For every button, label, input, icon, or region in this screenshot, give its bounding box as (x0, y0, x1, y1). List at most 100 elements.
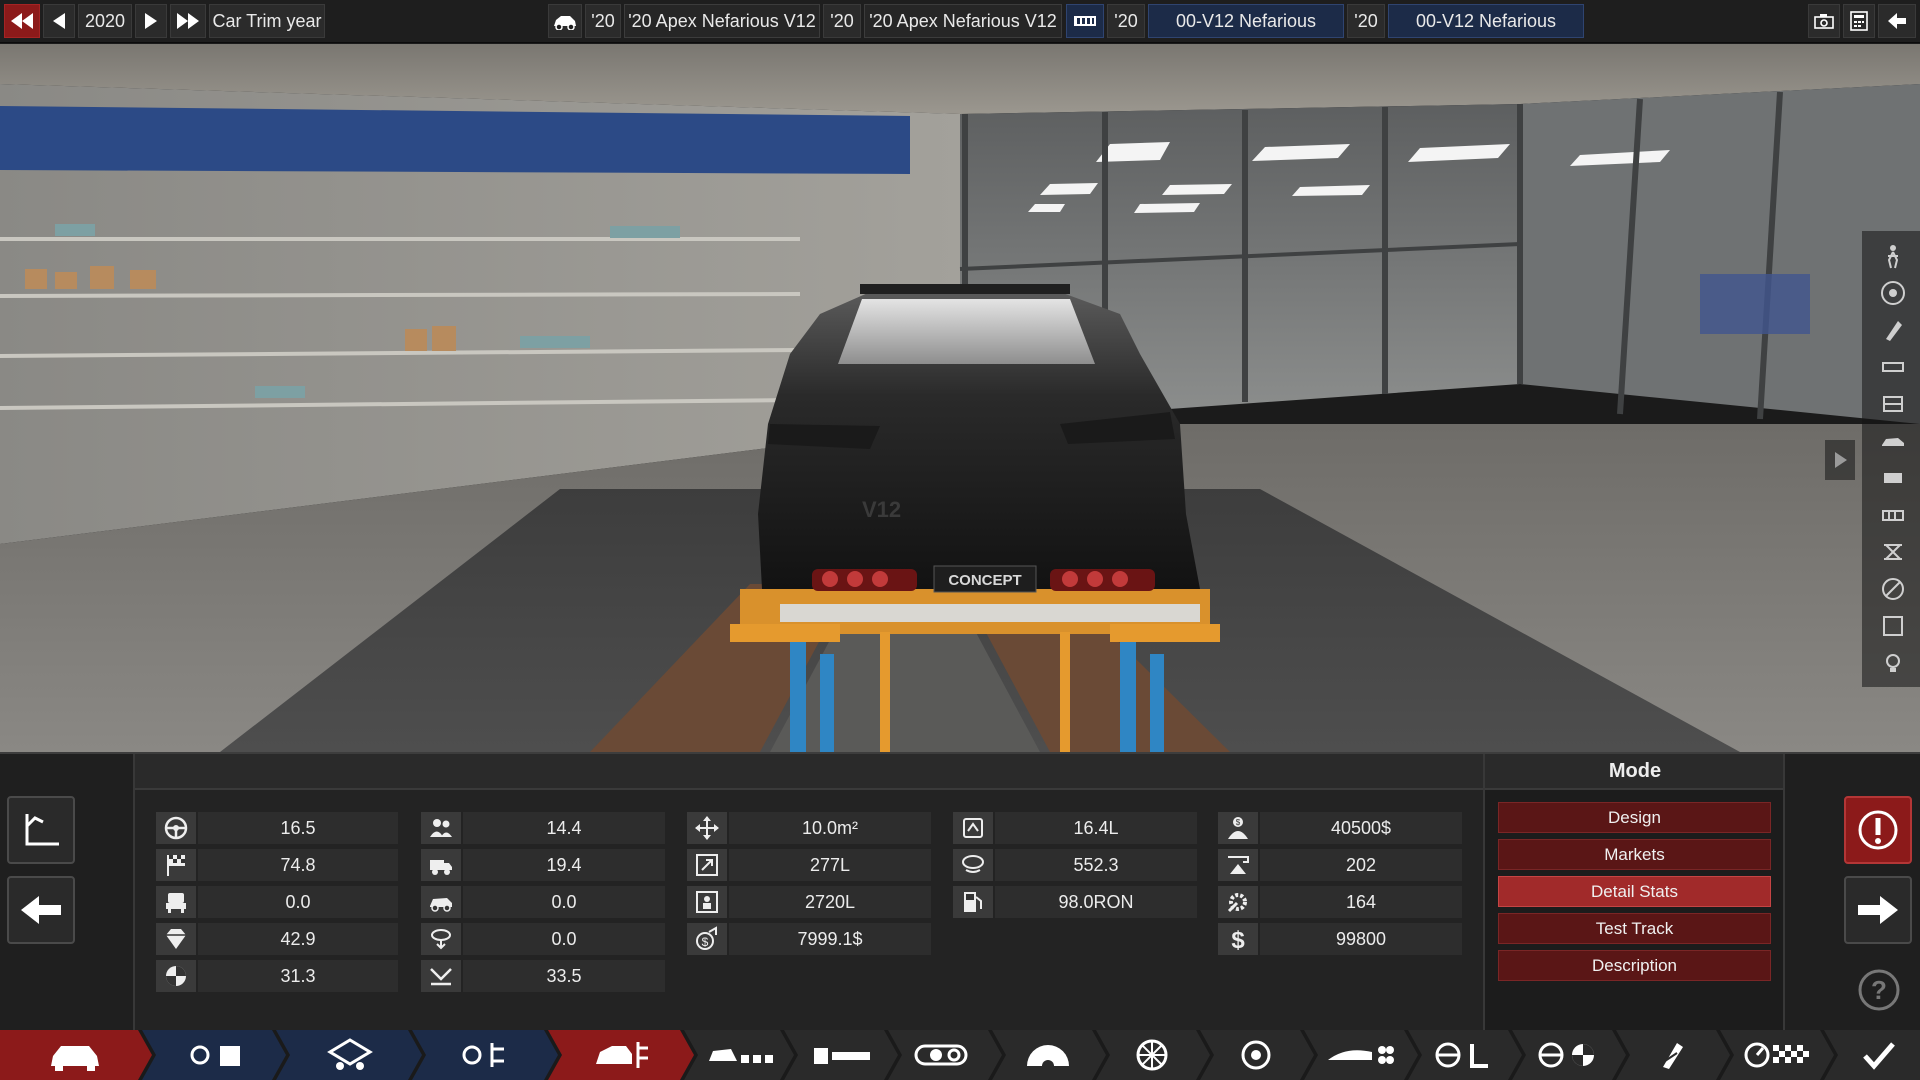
fuel-pump-icon (953, 886, 993, 918)
lift-icon[interactable] (1880, 539, 1906, 565)
wheels-icon (1027, 1045, 1069, 1070)
engine-view-icon[interactable] (1880, 465, 1906, 491)
engine-selector-1[interactable]: 00-V12 Nefarious (1148, 4, 1344, 38)
tab-wheels[interactable] (1006, 1030, 1090, 1080)
person-icon[interactable] (1880, 243, 1906, 269)
stat-value: 99800 (1260, 923, 1462, 955)
warning-button[interactable] (1844, 796, 1912, 864)
stat-value: 0.0 (198, 886, 398, 918)
stat-value: 16.5 (198, 812, 398, 844)
mode-markets-button[interactable]: Markets (1498, 839, 1771, 870)
expand-tools-button[interactable] (1825, 440, 1855, 480)
engine-icon-button[interactable] (1066, 4, 1104, 38)
mode-test-track-button[interactable]: Test Track (1498, 913, 1771, 944)
camera-tool-strip (1862, 231, 1920, 687)
brakes-icon (1241, 1040, 1271, 1070)
tab-tyres[interactable] (1110, 1030, 1194, 1080)
body-view-icon[interactable] (1880, 391, 1906, 417)
rewind-year-button[interactable] (4, 4, 40, 38)
racing-flag-icon (156, 849, 196, 881)
tab-project[interactable] (160, 1030, 272, 1080)
offroad-car-icon (421, 886, 461, 918)
stat-sportiness: 74.8 (156, 849, 398, 881)
mode-detail-stats-button[interactable]: Detail Stats (1498, 876, 1771, 907)
tab-engine-variant[interactable] (430, 1030, 542, 1080)
drivetrain-icon (914, 1044, 968, 1066)
paint-icon[interactable] (1880, 317, 1906, 343)
tab-car-body[interactable] (20, 1030, 130, 1080)
next-year-button[interactable] (135, 4, 167, 38)
stat-prestige: 42.9 (156, 923, 398, 955)
chassis-view-icon[interactable] (1880, 354, 1906, 380)
stat-value: 2720L (729, 886, 931, 918)
tab-suspension[interactable] (800, 1030, 884, 1080)
stat-value: 14.4 (463, 812, 665, 844)
back-button[interactable] (7, 876, 75, 944)
model-selector-1[interactable]: '20 Apex Nefarious V12 (624, 4, 820, 38)
model-year-2: '20 (823, 4, 861, 38)
engine-family-icon (327, 1038, 373, 1070)
tab-trim[interactable] (566, 1030, 678, 1080)
back-arrow-icon (1888, 13, 1906, 29)
car-viewport[interactable]: CONCEPT V12 (0, 44, 1920, 752)
back-menu-button[interactable] (1878, 4, 1916, 38)
prev-year-button[interactable] (43, 4, 75, 38)
next-button[interactable] (1844, 876, 1912, 944)
engine-year-2: '20 (1347, 4, 1385, 38)
arrow-right-icon (1858, 896, 1898, 924)
stat-value: 277L (729, 849, 931, 881)
warning-icon (1858, 810, 1898, 850)
stat-value: 552.3 (995, 849, 1197, 881)
wheel-icon[interactable] (1880, 280, 1906, 306)
screenshot-button[interactable] (1808, 4, 1840, 38)
tab-brakes[interactable] (1214, 1030, 1298, 1080)
tab-chassis[interactable] (698, 1030, 782, 1080)
dollar-icon: $ (1218, 923, 1258, 955)
trim-year-label: Car Trim year (209, 4, 325, 38)
tab-drivetrain[interactable] (902, 1030, 986, 1080)
stat-fuel-type: 98.0RON (953, 886, 1197, 918)
stat-value: 98.0RON (995, 886, 1197, 918)
tab-interior[interactable] (1422, 1030, 1506, 1080)
lightbulb-icon[interactable] (1880, 650, 1906, 676)
calculator-button[interactable] (1843, 4, 1875, 38)
engine-selector-2[interactable]: 00-V12 Nefarious (1388, 4, 1584, 38)
car-side-icon[interactable] (1880, 428, 1906, 454)
tab-aero[interactable] (1318, 1030, 1402, 1080)
wrench-gear-icon (1218, 886, 1258, 918)
mode-design-button[interactable]: Design (1498, 802, 1771, 833)
stat-service-cost: 164 (1218, 886, 1462, 918)
arrow-left-icon (53, 13, 65, 29)
tab-finish[interactable] (1838, 1030, 1920, 1080)
money-bag-icon: $ (687, 923, 727, 955)
help-button[interactable]: ? (1857, 968, 1901, 1012)
stat-offroad: 0.0 (421, 886, 665, 918)
stat-value: 0.0 (463, 923, 665, 955)
stat-value: 202 (1260, 849, 1462, 881)
move-arrows-icon (687, 812, 727, 844)
stat-production-cost: $40500$ (1218, 812, 1462, 844)
stat-value: 74.8 (198, 849, 398, 881)
tab-safety[interactable] (1526, 1030, 1610, 1080)
tab-engine-family[interactable] (294, 1030, 406, 1080)
testing-icon (1744, 1042, 1809, 1068)
tab-testing[interactable] (1734, 1030, 1818, 1080)
stat-value: 7999.1$ (729, 923, 931, 955)
model-selector-2[interactable]: '20 Apex Nefarious V12 (864, 4, 1062, 38)
tab-fuel-system[interactable] (1630, 1030, 1714, 1080)
top-toolbar: 2020 Car Trim year '20 '20 Apex Nefariou… (0, 0, 1920, 43)
right-nav: ? (1783, 754, 1920, 1030)
stat-steering: 16.5 (156, 812, 398, 844)
forward-year-button[interactable] (170, 4, 206, 38)
axis-view-button[interactable] (7, 796, 75, 864)
engine-variant-icon (462, 1043, 504, 1067)
no-entry-icon[interactable] (1880, 576, 1906, 602)
engine-block-icon[interactable] (1880, 502, 1906, 528)
model-icon-button[interactable] (548, 4, 582, 38)
safety-icon (1538, 1042, 1594, 1068)
frame-icon[interactable] (1880, 613, 1906, 639)
mode-description-button[interactable]: Description (1498, 950, 1771, 981)
engine-year-1: '20 (1107, 4, 1145, 38)
mode-title: Mode (1485, 754, 1785, 790)
year-display: 2020 (78, 4, 132, 38)
